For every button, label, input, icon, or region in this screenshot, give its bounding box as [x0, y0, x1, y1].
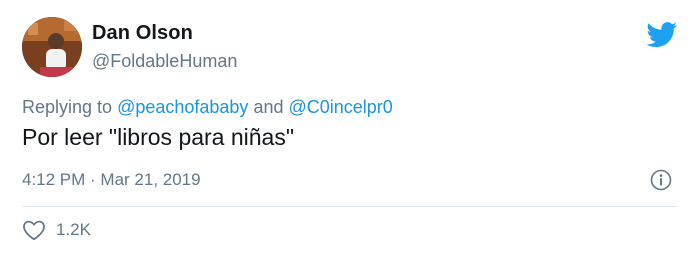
author-handle[interactable]: @FoldableHuman: [92, 51, 237, 72]
mention-link[interactable]: @C0incelpr0: [288, 97, 392, 117]
divider: [22, 206, 678, 207]
heart-icon[interactable]: [22, 219, 46, 241]
tweet-time[interactable]: 4:12 PM: [22, 170, 85, 189]
info-icon[interactable]: [650, 169, 672, 191]
reply-joiner: and: [248, 97, 289, 117]
like-count: 1.2K: [56, 220, 91, 239]
author-name[interactable]: Dan Olson: [92, 22, 193, 45]
like-button[interactable]: 1.2K: [22, 219, 91, 241]
tweet-text: Por leer "libros para niñas": [22, 124, 295, 150]
reply-prefix: Replying to: [22, 97, 118, 117]
timestamp-separator: ·: [85, 170, 101, 189]
avatar[interactable]: [22, 17, 82, 77]
tweet-card: Dan Olson @FoldableHuman Replying to @pe…: [0, 0, 700, 257]
twitter-bird-icon[interactable]: [646, 22, 678, 48]
tweet-date[interactable]: Mar 21, 2019: [100, 170, 200, 189]
tweet-timestamp[interactable]: 4:12 PM · Mar 21, 2019: [22, 170, 201, 190]
reply-context: Replying to @peachofababy and @C0incelpr…: [22, 97, 393, 118]
mention-link[interactable]: @peachofababy: [117, 97, 248, 117]
